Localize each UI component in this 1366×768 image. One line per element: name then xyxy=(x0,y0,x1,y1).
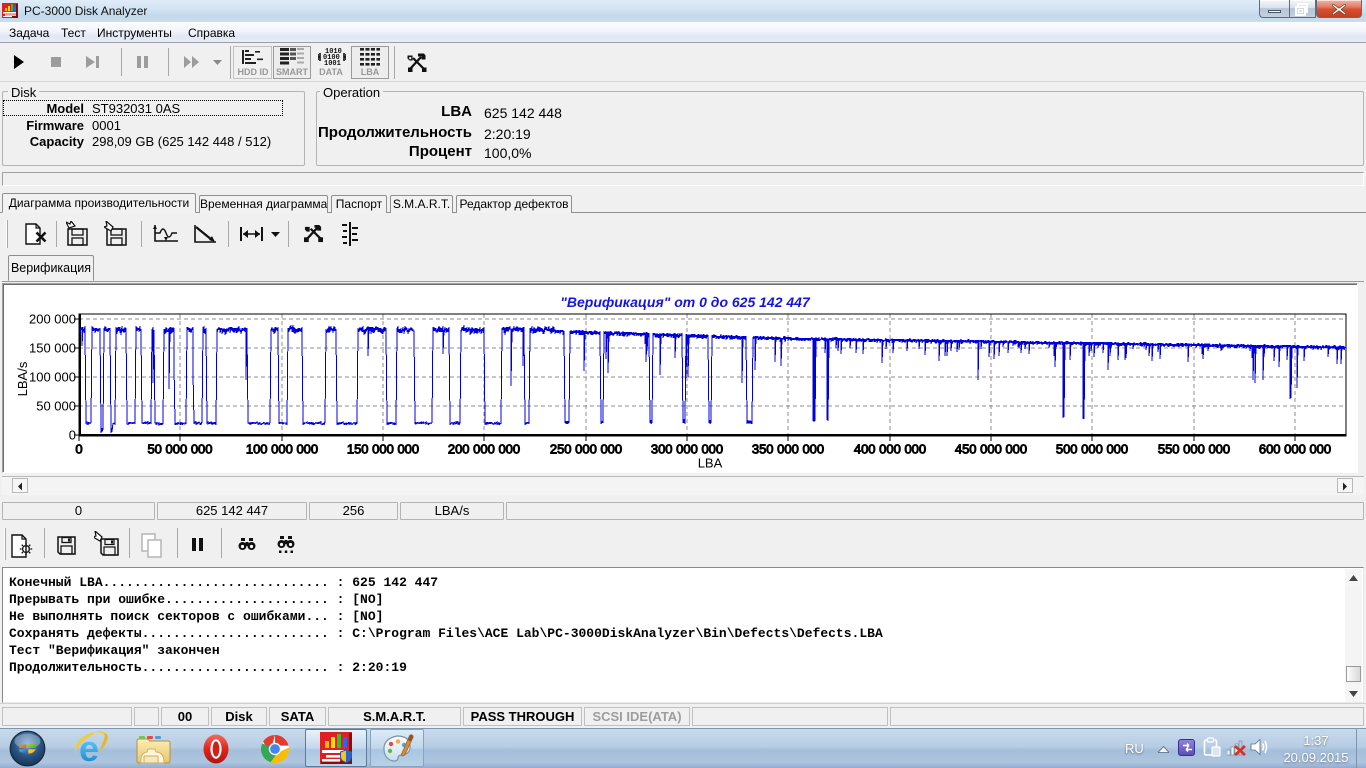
svg-text:LBA/s: LBA/s xyxy=(15,361,30,396)
svg-text:200 000 000: 200 000 000 xyxy=(448,442,520,457)
svg-text:50 000: 50 000 xyxy=(36,399,76,414)
svg-text:100 000: 100 000 xyxy=(29,370,76,385)
svg-text:450 000 000: 450 000 000 xyxy=(955,442,1027,457)
svg-text:600 000 000: 600 000 000 xyxy=(1259,442,1331,457)
svg-text:200 000: 200 000 xyxy=(29,312,76,327)
svg-text:LBA: LBA xyxy=(698,456,723,471)
svg-text:550 000 000: 550 000 000 xyxy=(1158,442,1230,457)
svg-text:500 000 000: 500 000 000 xyxy=(1056,442,1128,457)
svg-text:400 000 000: 400 000 000 xyxy=(854,442,926,457)
svg-text:50 000 000: 50 000 000 xyxy=(147,442,212,457)
svg-text:0: 0 xyxy=(69,428,76,443)
svg-text:150 000: 150 000 xyxy=(29,341,76,356)
svg-text:350 000 000: 350 000 000 xyxy=(752,442,824,457)
svg-text:150 000 000: 150 000 000 xyxy=(347,442,419,457)
svg-text:"Верификация" от 0 до 625 142: "Верификация" от 0 до 625 142 447 xyxy=(560,294,811,310)
svg-text:0: 0 xyxy=(75,442,82,457)
svg-text:250 000 000: 250 000 000 xyxy=(550,442,622,457)
svg-text:300 000 000: 300 000 000 xyxy=(651,442,723,457)
svg-text:100 000 000: 100 000 000 xyxy=(246,442,318,457)
